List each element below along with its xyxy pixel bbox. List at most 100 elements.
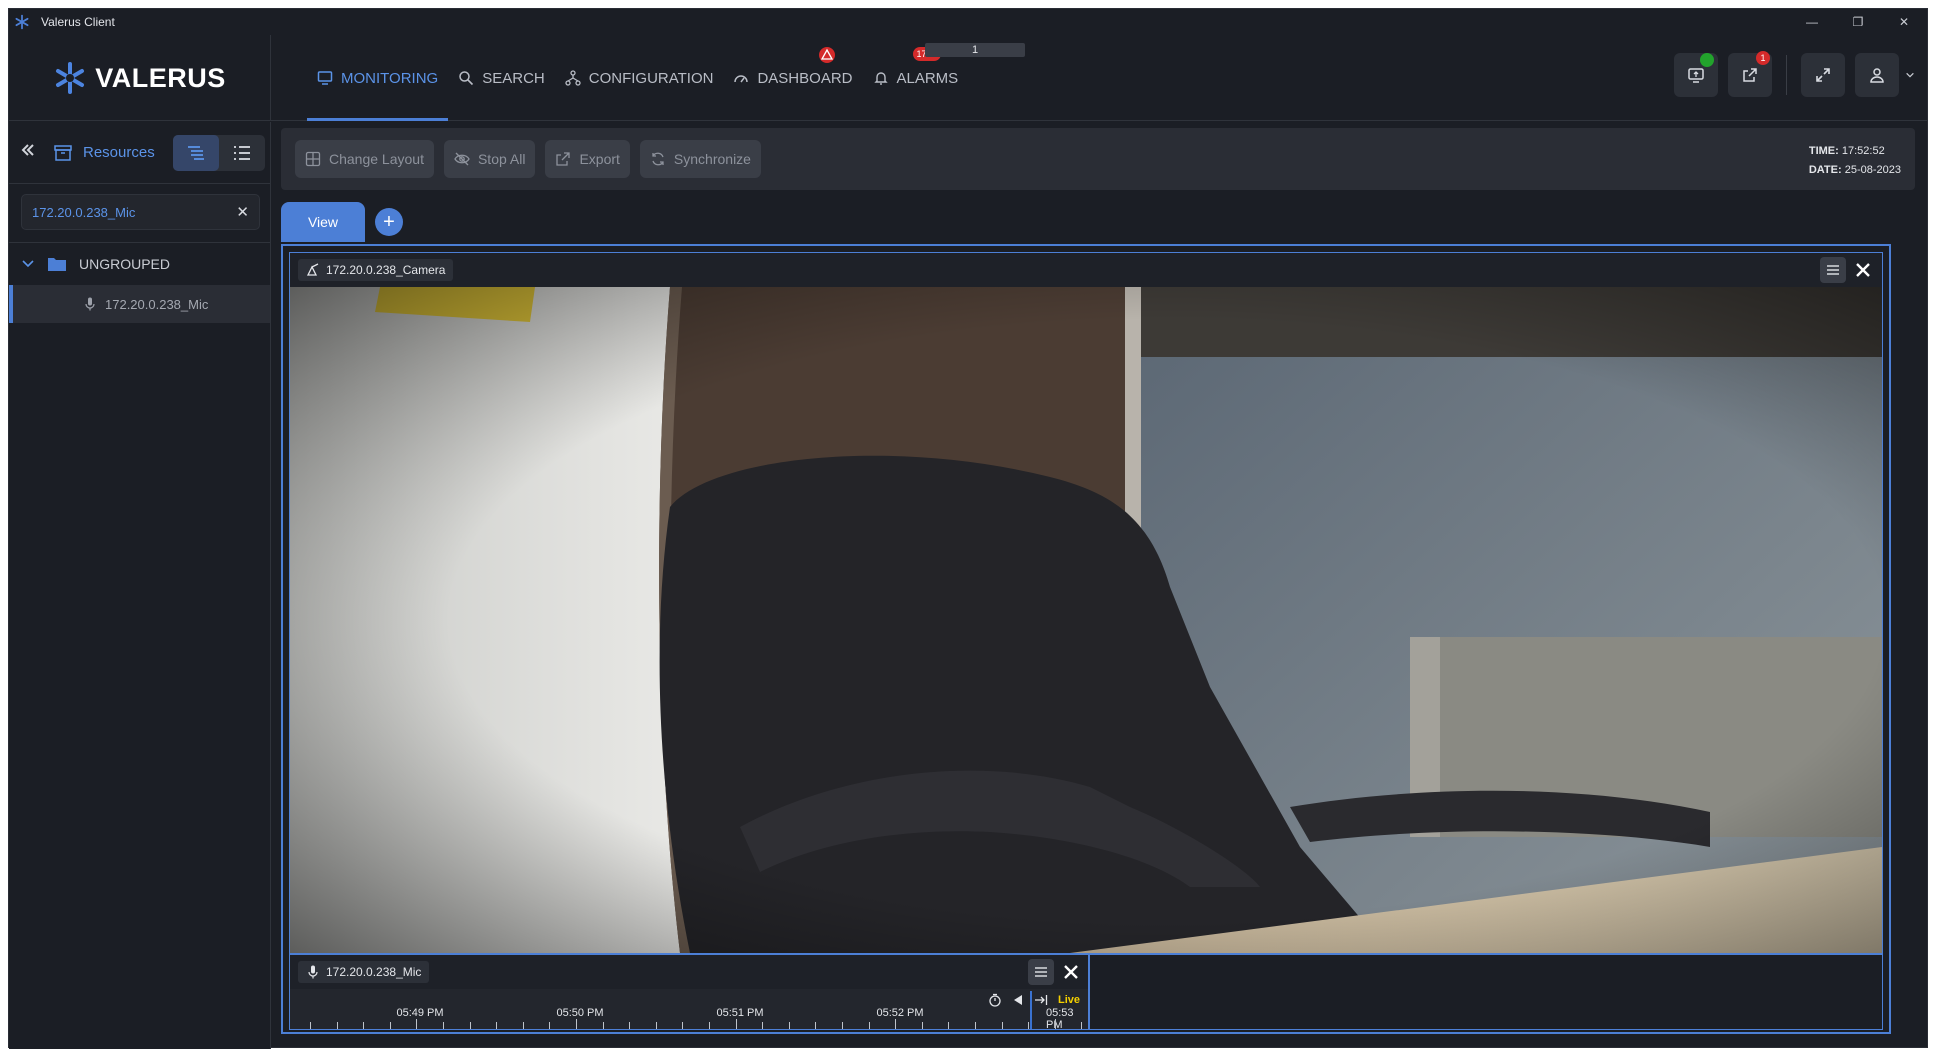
camera-close-button[interactable] xyxy=(1850,257,1876,283)
mic-close-button[interactable] xyxy=(1058,959,1084,985)
eye-off-icon xyxy=(454,152,470,166)
timeline-tick xyxy=(310,1022,311,1029)
clear-search-icon[interactable]: ✕ xyxy=(236,203,249,221)
synchronize-button[interactable]: Synchronize xyxy=(639,140,761,178)
timeline-tick xyxy=(842,1022,843,1029)
tree-view-button[interactable] xyxy=(172,134,219,171)
header-divider xyxy=(1786,55,1787,95)
export-icon xyxy=(556,152,571,166)
timeline-tick xyxy=(629,1022,631,1029)
camera-menu-button[interactable] xyxy=(1820,257,1846,283)
tree-item-mic[interactable]: 172.20.0.238_Mic xyxy=(9,285,270,323)
camera-name: 172.20.0.238_Camera xyxy=(326,263,446,277)
minimize-button[interactable]: — xyxy=(1789,9,1835,35)
change-layout-button[interactable]: Change Layout xyxy=(295,140,434,178)
timeline-tick xyxy=(762,1022,764,1029)
screen-share-icon xyxy=(1688,68,1704,83)
stop-all-button[interactable]: Stop All xyxy=(443,140,536,178)
play-reverse-icon[interactable] xyxy=(1012,994,1024,1006)
timeline-tick xyxy=(735,1019,737,1029)
timeline-tick xyxy=(469,1022,471,1029)
user-avatar-button[interactable] xyxy=(1855,53,1899,97)
timeline-label: 05:51 PM xyxy=(716,1007,764,1019)
collapse-sidebar-button[interactable] xyxy=(19,141,37,165)
timeline-tick xyxy=(655,1022,657,1029)
app-logo-icon xyxy=(13,13,31,31)
tab-view[interactable]: View xyxy=(281,202,365,242)
list-view-button[interactable] xyxy=(219,135,265,171)
clock: TIME: 17:52:52 DATE: 25-08-2023 xyxy=(1809,142,1901,180)
timeline-tick xyxy=(788,1022,790,1029)
camera-tile-header: 172.20.0.238_Camera xyxy=(290,253,1882,287)
timeline-tick xyxy=(815,1022,817,1029)
tree-item-label: 172.20.0.238_Mic xyxy=(105,296,209,312)
fullscreen-button[interactable] xyxy=(1801,53,1845,97)
microphone-icon xyxy=(85,297,95,311)
camera-frame-image xyxy=(290,287,1882,953)
bell-icon xyxy=(873,72,888,85)
nav-alarms-label: ALARMS xyxy=(896,69,959,87)
timeline-tick xyxy=(948,1022,950,1029)
timeline-tick xyxy=(709,1022,710,1029)
video-viewport: 172.20.0.238_Camera 172.20.0.238_Mic Liv… xyxy=(281,244,1891,1034)
timeline-tick xyxy=(443,1022,444,1029)
mic-tile-label: 172.20.0.238_Mic xyxy=(298,961,430,983)
empty-tile[interactable] xyxy=(1089,954,1883,1030)
hamburger-icon xyxy=(1827,265,1839,275)
connection-status-button[interactable] xyxy=(1674,53,1718,97)
timeline-tick xyxy=(1001,1022,1003,1029)
jump-to-live-icon[interactable] xyxy=(1034,994,1048,1006)
folder-icon xyxy=(48,258,66,271)
timeline-label: 05:49 PM xyxy=(396,1007,444,1019)
date-value: 25-08-2023 xyxy=(1844,164,1901,176)
nav-configuration-label: CONFIGURATION xyxy=(588,69,714,87)
logo-text: VALERUS xyxy=(95,62,226,93)
stop-all-label: Stop All xyxy=(477,151,526,167)
timeline-tick xyxy=(1054,1019,1056,1029)
resource-search-input[interactable] xyxy=(32,204,237,220)
search-icon xyxy=(459,71,474,86)
synchronize-label: Synchronize xyxy=(673,151,751,167)
sidebar-header: Resources xyxy=(9,122,270,184)
user-menu[interactable] xyxy=(1855,53,1915,97)
nav-dashboard[interactable]: DASHBOARD xyxy=(723,35,862,121)
timeline-tick xyxy=(496,1022,498,1029)
valerus-logo-icon xyxy=(56,62,85,94)
restore-button[interactable]: ❐ xyxy=(1835,9,1881,35)
monitor-icon xyxy=(317,71,333,85)
timeline-tick xyxy=(549,1022,551,1029)
timeline-label: 05:52 PM xyxy=(876,1007,924,1019)
live-indicator[interactable]: Live xyxy=(1058,994,1080,1006)
export-button[interactable]: Export xyxy=(545,140,630,178)
camera-video-feed[interactable] xyxy=(290,287,1882,953)
microphone-tile[interactable]: 172.20.0.238_Mic Live 05:49 PM 05:50 PM … xyxy=(289,954,1109,1031)
hamburger-icon xyxy=(1035,967,1047,977)
camera-tile-label: 172.20.0.238_Camera xyxy=(298,259,454,281)
tree-group-ungrouped[interactable]: UNGROUPED xyxy=(9,243,270,285)
nav-monitoring[interactable]: MONITORING xyxy=(307,35,449,121)
archive-icon xyxy=(54,144,72,161)
playback-timeline[interactable]: Live 05:49 PM 05:50 PM 05:51 PM 05:52 PM… xyxy=(290,989,1109,1031)
network-icon xyxy=(565,70,581,86)
nav-configuration[interactable]: CONFIGURATION xyxy=(555,35,724,121)
share-icon xyxy=(1743,68,1757,82)
timeline-playhead[interactable] xyxy=(1030,991,1032,1029)
timeline-tick xyxy=(576,1019,577,1029)
double-chevron-left-icon xyxy=(21,143,34,156)
chevron-down-icon xyxy=(22,260,34,268)
chevron-down-icon xyxy=(1906,72,1914,78)
timeline-ticks xyxy=(290,1019,1109,1029)
notifications-button[interactable]: 1 xyxy=(1728,51,1772,97)
add-view-button[interactable]: + xyxy=(375,208,403,236)
page-indicator[interactable]: 1 xyxy=(925,43,1025,57)
mic-name: 172.20.0.238_Mic xyxy=(326,965,422,979)
mic-menu-button[interactable] xyxy=(1028,959,1054,985)
nav-monitoring-label: MONITORING xyxy=(341,69,439,87)
close-window-button[interactable]: ✕ xyxy=(1881,9,1927,35)
camera-tile[interactable]: 172.20.0.238_Camera xyxy=(289,252,1883,954)
nav-search[interactable]: SEARCH xyxy=(448,35,555,121)
timer-icon[interactable] xyxy=(988,993,1002,1007)
timeline-tick xyxy=(389,1022,391,1029)
header-actions: 1 xyxy=(1674,51,1915,97)
resources-title[interactable]: Resources xyxy=(83,144,155,161)
